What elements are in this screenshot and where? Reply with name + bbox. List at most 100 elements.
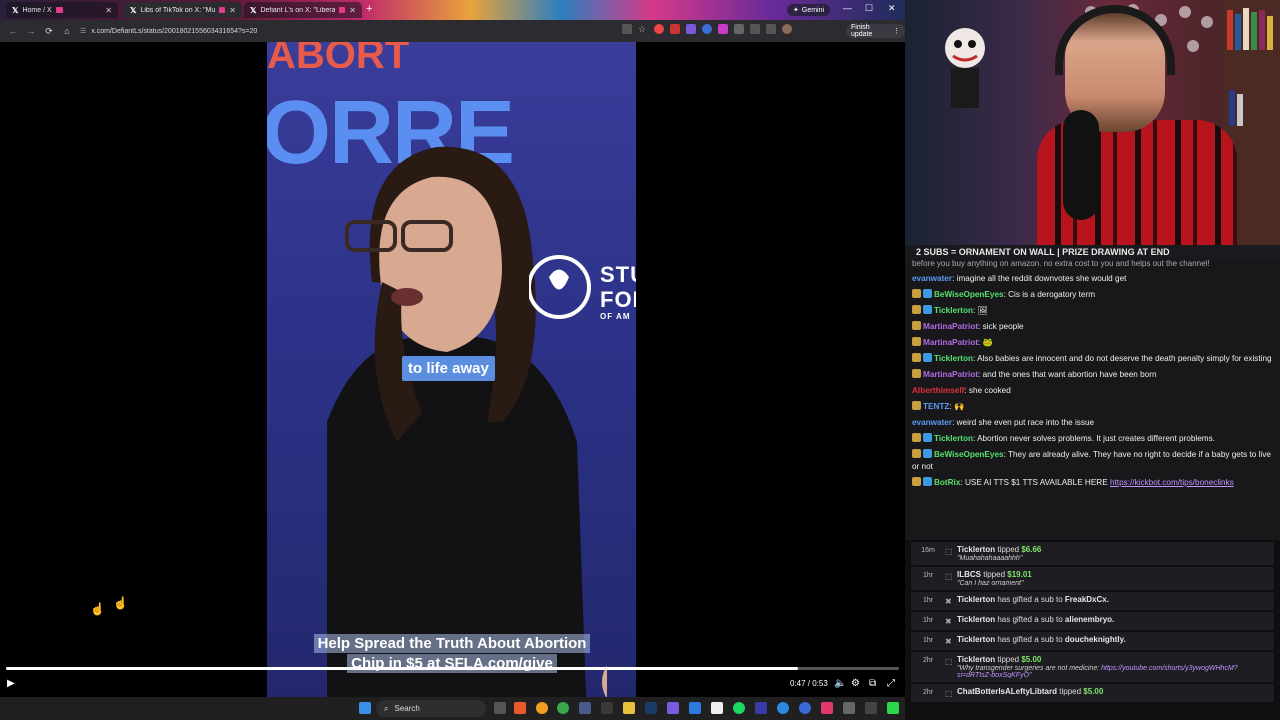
tip-icon: ⬚ [945,689,953,698]
menu-dots-icon: ⋮ [893,28,900,35]
event-item: 1hr ⬚ ILBCS tipped $19.01 "Can I haz orname… [911,567,1274,590]
chat-username[interactable]: Ticklerton [934,306,973,315]
chat-link[interactable]: https://kickbot.com/tips/boneclinks [1110,478,1234,487]
chat-username[interactable]: TENTZ [923,402,949,411]
event-username: Ticklerton [957,595,996,604]
chat-badge-icon [923,353,932,362]
new-tab-button[interactable]: + [366,3,372,15]
tab-close-icon[interactable]: ✕ [105,6,112,15]
browser-tab-bar: 𝕏 Home / X ✕ 𝕏 Libs of TikTok on X: "Mus… [0,0,905,20]
app-icon-2[interactable] [601,702,613,714]
picture-in-picture-icon[interactable]: ⧉ [869,678,876,689]
app-icon-10[interactable] [843,702,855,714]
browser-tab-defiant-ls[interactable]: 𝕏 Defiant L's on X: "Liberal ✕ [244,2,362,18]
chrome-icon[interactable] [536,702,548,714]
finish-update-button[interactable]: Finish update ⋮ [846,24,905,38]
chat-text: weird she even put race into the issue [956,418,1095,427]
home-icon[interactable]: ⌂ [58,26,76,36]
app-icon-1[interactable] [579,702,591,714]
browser-tab-home[interactable]: 𝕏 Home / X ✕ [6,2,118,18]
reload-icon[interactable]: ⟳ [40,26,58,37]
tab-title: Home / X [22,6,52,14]
url-field[interactable]: ☰ x.com/DefiantLs/status/200180215560343… [80,24,610,38]
settings-gear-icon[interactable]: ⚙ [851,678,860,689]
spotify-icon[interactable] [733,702,745,714]
chat-text: 🙌 [953,402,965,411]
extension-pink-icon[interactable] [718,24,728,34]
taskbar-search[interactable]: ⌕ Search [376,700,486,717]
profile-avatar-icon[interactable] [782,24,792,34]
event-username: Ticklerton [957,655,996,664]
copilot-icon[interactable] [514,702,526,714]
gift-sub-icon: ✖ [945,637,952,646]
extension-red-icon[interactable] [654,24,664,34]
file-explorer-icon[interactable] [623,702,635,714]
chat-username[interactable]: BeWiseOpenEyes [934,290,1004,299]
app-icon-3[interactable] [667,702,679,714]
gemini-button[interactable]: ✦ Gemini [787,4,831,16]
seek-bar[interactable] [6,667,899,670]
windows-taskbar: ⌕ Search [0,697,905,720]
chat-badge-icon [923,433,932,442]
chat-username[interactable]: MartinaPatriot [923,338,978,347]
event-item: 1hr ✖ Ticklerton has gifted a sub to Freak… [911,592,1274,610]
app-icon-7[interactable] [777,702,789,714]
browser-tab-libs-of-tiktok[interactable]: 𝕏 Libs of TikTok on X: "Musli ✕ [124,2,242,18]
speaker-figure [327,146,607,697]
chat-text: Also babies are innocent and do not dese… [977,354,1272,363]
volume-icon[interactable]: 🔈 [834,678,846,689]
fullscreen-icon[interactable]: ⤢ [887,678,895,689]
chrome-beta-icon[interactable] [557,702,569,714]
event-username: Ticklerton [957,635,996,644]
chat-username[interactable]: Alberthimself [912,386,964,395]
chat-username[interactable]: Ticklerton [934,354,973,363]
chat-username[interactable]: MartinaPatriot [923,370,978,379]
event-link[interactable]: https://youtube.com/shorts/y3ywogWHhcM?s… [957,665,1238,679]
extension-blue-icon[interactable] [702,24,712,34]
chat-username[interactable]: Ticklerton [934,434,973,443]
mouse-cursor-icon: ☝ [90,602,105,616]
app-icon-5[interactable] [711,702,723,714]
chat-username[interactable]: evanwater [912,418,952,427]
gift-sub-icon: ✖ [945,617,952,626]
sidebar-icon[interactable] [750,24,760,34]
event-item: 2hr ⬚ Ticklerton tipped $5.00 "Why transgen… [911,652,1274,682]
extension-purple-icon[interactable] [686,24,696,34]
gemini-label: Gemini [801,6,825,14]
start-windows-icon[interactable] [359,702,371,714]
chat-username[interactable]: MartinaPatriot [923,322,978,331]
extension-badge-icon[interactable] [670,24,680,34]
video-player[interactable]: ABORT ORRE STU FOR OF AM to life away He… [0,42,905,697]
event-target: alienembryo. [1064,615,1115,624]
close-window-button[interactable]: ✕ [888,3,896,14]
forward-arrow-icon[interactable]: → [22,26,40,36]
play-button[interactable]: ▶ [7,678,15,689]
event-time-ago: 1hr [922,597,934,604]
chat-text: she cooked [968,386,1011,395]
app-icon-9[interactable] [821,702,833,714]
chat-badge-icon [912,401,921,410]
app-icon-6[interactable] [755,702,767,714]
site-info-icon[interactable]: ☰ [80,27,86,35]
tab-close-icon[interactable]: ✕ [229,6,236,15]
app-icon-11[interactable] [865,702,877,714]
cast-icon[interactable] [622,24,632,34]
extensions-puzzle-icon[interactable] [734,24,744,34]
bookmark-star-icon[interactable]: ☆ [638,24,648,34]
maximize-button[interactable]: ☐ [865,3,873,14]
chat-badge-icon [912,433,921,442]
chat-username[interactable]: evanwater [912,274,952,283]
chat-username[interactable]: BeWiseOpenEyes [934,450,1004,459]
tab-close-icon[interactable]: ✕ [349,6,356,15]
chat-badge-icon [912,321,921,330]
app-icon-12[interactable] [887,702,899,714]
chat-username[interactable]: BotRix [934,478,960,487]
task-view-icon[interactable] [494,702,506,714]
chat-text: 🖼 [977,306,988,315]
app-icon-8[interactable] [799,702,811,714]
download-icon[interactable] [766,24,776,34]
back-arrow-icon[interactable]: ← [4,26,22,36]
steam-icon[interactable] [645,702,657,714]
app-icon-4[interactable] [689,702,701,714]
minimize-button[interactable]: — [843,3,852,13]
